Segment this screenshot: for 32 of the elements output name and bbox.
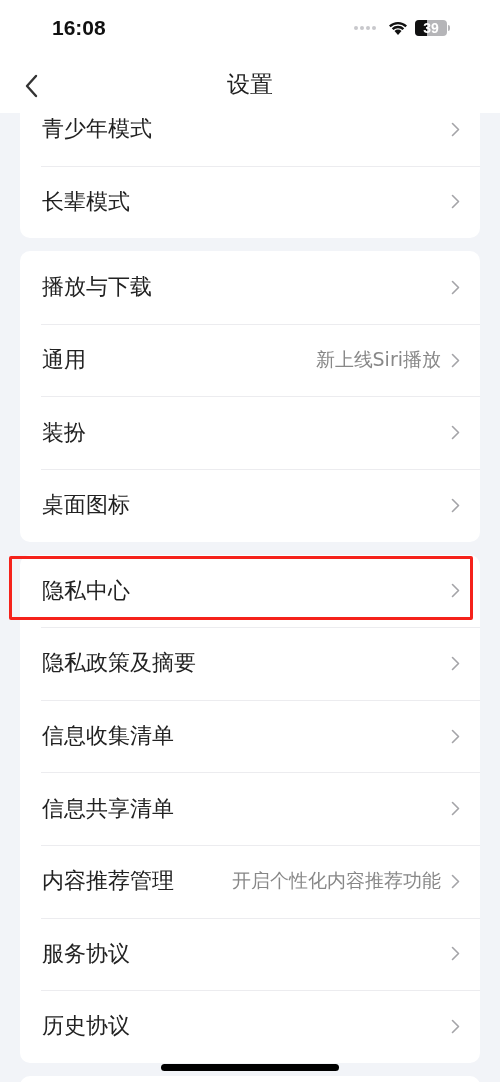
settings-row[interactable]: 服务协议	[20, 917, 480, 991]
settings-row[interactable]: 通用 新上线Siri播放	[20, 323, 480, 397]
settings-row[interactable]: 装扮	[20, 396, 480, 469]
chevron-icon	[451, 583, 460, 599]
chevron-icon	[451, 1018, 460, 1034]
chevron-icon	[451, 728, 460, 744]
settings-row[interactable]: 青少年模式	[20, 113, 480, 166]
chevron-icon	[451, 655, 460, 671]
chevron-icon	[451, 497, 460, 513]
chevron-icon	[451, 801, 460, 817]
settings-row[interactable]: 播放与下载	[20, 251, 480, 324]
page-title: 设置	[227, 70, 273, 99]
signal-dots-icon	[353, 25, 377, 31]
settings-row[interactable]: 信息收集清单	[20, 699, 480, 773]
wifi-icon	[387, 20, 409, 36]
chevron-icon	[451, 873, 460, 889]
chevron-icon	[451, 194, 460, 210]
clock-time: 16:08	[52, 16, 106, 40]
settings-row[interactable]: 信息共享清单	[20, 772, 480, 845]
settings-row[interactable]: 隐私政策及摘要	[20, 627, 480, 700]
settings-row[interactable]: 桌面图标	[20, 468, 480, 542]
row-value: 开启个性化内容推荐功能	[232, 868, 441, 894]
settings-row[interactable]: 长辈模式	[20, 165, 480, 239]
chevron-icon	[451, 352, 460, 368]
chevron-icon	[451, 121, 460, 137]
chevron-icon	[451, 425, 460, 441]
settings-row[interactable]: 内容推荐管理 开启个性化内容推荐功能	[20, 844, 480, 918]
row-value: 新上线Siri播放	[315, 347, 441, 373]
settings-row[interactable]: 隐私中心	[20, 554, 480, 628]
chevron-icon	[451, 946, 460, 962]
settings-row[interactable]: 历史协议	[20, 990, 480, 1063]
chevron-icon	[451, 280, 460, 295]
